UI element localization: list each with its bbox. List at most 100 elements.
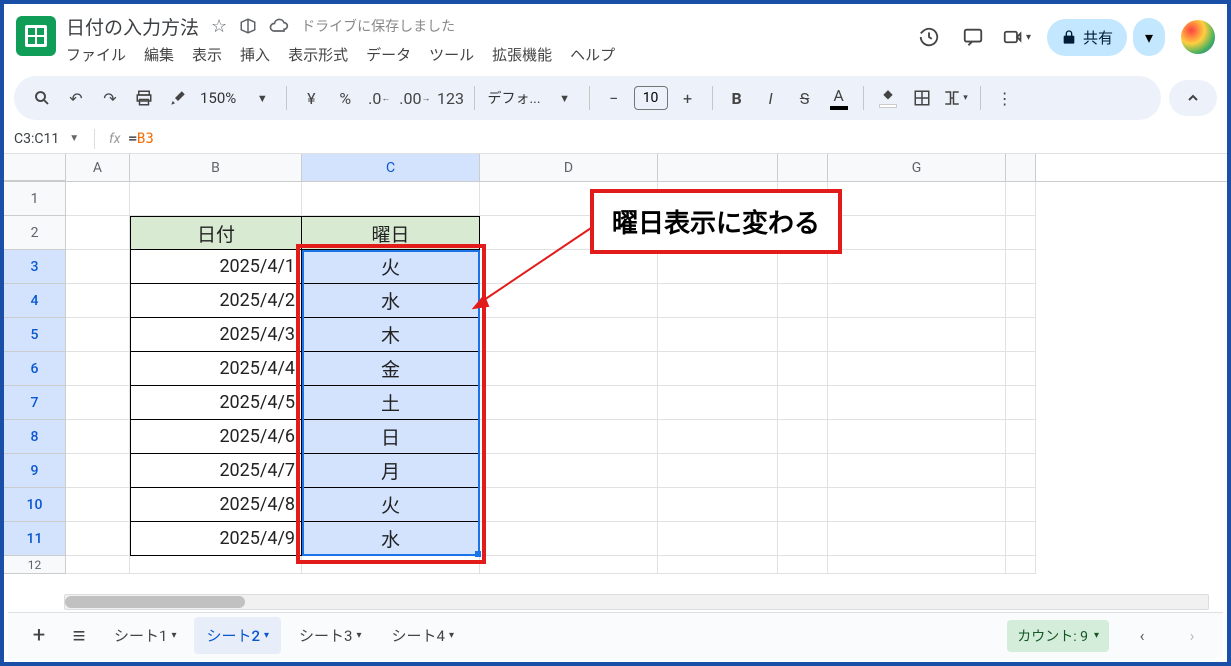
share-dropdown[interactable]: ▾ (1133, 18, 1165, 56)
sheet-tab-2[interactable]: シート2▾ (194, 617, 281, 654)
move-icon[interactable] (239, 17, 257, 35)
increase-decimal-button[interactable]: .00→ (399, 83, 430, 113)
cell-date[interactable]: 2025/4/1 (130, 250, 302, 284)
italic-button[interactable]: I (757, 83, 785, 113)
row-header-10[interactable]: 10 (4, 488, 66, 522)
document-title[interactable]: 日付の入力方法 (66, 13, 199, 40)
more-toolbar-icon[interactable]: ⋮ (991, 83, 1019, 113)
row-header-3[interactable]: 3 (4, 250, 66, 284)
cell-weekday[interactable]: 土 (302, 386, 480, 420)
horizontal-scrollbar[interactable] (64, 594, 1209, 610)
col-header-c[interactable]: C (302, 154, 480, 181)
cell-date[interactable]: 2025/4/2 (130, 284, 302, 318)
row-header-5[interactable]: 5 (4, 318, 66, 352)
col-header-b[interactable]: B (130, 154, 302, 181)
menu-insert[interactable]: 挿入 (240, 44, 270, 65)
cell-weekday[interactable]: 火 (302, 488, 480, 522)
bold-button[interactable]: B (723, 83, 751, 113)
decrease-decimal-button[interactable]: .0← (365, 83, 393, 113)
more-formats-button[interactable]: 123 (436, 83, 464, 113)
table-header-date[interactable]: 日付 (130, 216, 302, 250)
currency-button[interactable]: ¥ (297, 83, 325, 113)
font-dropdown-icon[interactable]: ▼ (551, 83, 579, 113)
sheet-tab-4[interactable]: シート4▾ (380, 617, 466, 654)
all-sheets-button[interactable]: ≡ (62, 619, 96, 653)
scroll-sheets-right[interactable]: › (1175, 619, 1209, 653)
search-icon[interactable] (28, 83, 56, 113)
share-label: 共有 (1083, 27, 1113, 48)
row-header-12[interactable]: 12 (4, 556, 66, 574)
menu-help[interactable]: ヘルプ (570, 44, 615, 65)
zoom-level[interactable]: 150% (200, 89, 236, 107)
fill-color-button[interactable] (874, 83, 902, 113)
account-avatar[interactable] (1181, 20, 1215, 54)
cell-date[interactable]: 2025/4/3 (130, 318, 302, 352)
col-header-e[interactable] (658, 154, 778, 181)
cell-date[interactable]: 2025/4/7 (130, 454, 302, 488)
menu-view[interactable]: 表示 (192, 44, 222, 65)
cell-weekday[interactable]: 水 (302, 522, 480, 556)
percent-button[interactable]: % (331, 83, 359, 113)
row-header-8[interactable]: 8 (4, 420, 66, 454)
decrease-font-button[interactable]: − (600, 83, 628, 113)
row-header-6[interactable]: 6 (4, 352, 66, 386)
col-header-g[interactable]: G (828, 154, 1006, 181)
strikethrough-button[interactable]: S (791, 83, 819, 113)
menu-extensions[interactable]: 拡張機能 (492, 44, 552, 65)
collapse-toolbar-button[interactable] (1169, 80, 1217, 116)
font-family[interactable]: デフォ... (487, 88, 540, 108)
sheet-tab-1[interactable]: シート1▾ (102, 617, 188, 654)
name-box[interactable]: C3:C11▼ (14, 131, 94, 147)
print-button[interactable] (130, 83, 158, 113)
menu-data[interactable]: データ (366, 44, 411, 65)
cell-weekday[interactable]: 水 (302, 284, 480, 318)
row-header-7[interactable]: 7 (4, 386, 66, 420)
meet-icon[interactable]: ▾ (1003, 23, 1031, 51)
row-header-11[interactable]: 11 (4, 522, 66, 556)
cell-weekday[interactable]: 日 (302, 420, 480, 454)
row-header-9[interactable]: 9 (4, 454, 66, 488)
row-header-2[interactable]: 2 (4, 216, 66, 250)
menu-edit[interactable]: 編集 (144, 44, 174, 65)
cell-weekday[interactable]: 木 (302, 318, 480, 352)
formula-input[interactable]: ==B3B3 (128, 131, 153, 147)
add-sheet-button[interactable]: + (22, 619, 56, 653)
sheets-logo[interactable] (16, 16, 56, 56)
sheet-tab-3[interactable]: シート3▾ (287, 617, 373, 654)
cell-date[interactable]: 2025/4/4 (130, 352, 302, 386)
cell-weekday[interactable]: 金 (302, 352, 480, 386)
cell-date[interactable]: 2025/4/8 (130, 488, 302, 522)
cell-date[interactable]: 2025/4/6 (130, 420, 302, 454)
table-header-weekday[interactable]: 曜日 (302, 216, 480, 250)
menu-file[interactable]: ファイル (66, 44, 126, 65)
status-count[interactable]: カウント: 9▾ (1007, 620, 1109, 652)
select-all-corner[interactable] (4, 154, 66, 181)
share-button[interactable]: 共有 (1047, 19, 1127, 56)
undo-button[interactable]: ↶ (62, 83, 90, 113)
merge-button[interactable]: ▾ (942, 83, 970, 113)
increase-font-button[interactable]: + (674, 83, 702, 113)
col-header-a[interactable]: A (66, 154, 130, 181)
comment-icon[interactable] (959, 23, 987, 51)
col-header-d[interactable]: D (480, 154, 658, 181)
row-header-1[interactable]: 1 (4, 182, 66, 216)
paint-format-button[interactable] (164, 83, 192, 113)
col-header-f[interactable] (778, 154, 828, 181)
cell-weekday[interactable]: 月 (302, 454, 480, 488)
menu-tools[interactable]: ツール (429, 44, 474, 65)
redo-button[interactable]: ↷ (96, 83, 124, 113)
cloud-saved-icon[interactable] (269, 16, 289, 36)
history-icon[interactable] (915, 23, 943, 51)
row-header-4[interactable]: 4 (4, 284, 66, 318)
star-icon[interactable]: ☆ (211, 16, 227, 37)
borders-button[interactable] (908, 83, 936, 113)
zoom-dropdown-icon[interactable]: ▼ (248, 83, 276, 113)
cell-date[interactable]: 2025/4/5 (130, 386, 302, 420)
font-size-input[interactable]: 10 (634, 86, 668, 110)
col-header-h[interactable] (1006, 154, 1036, 181)
menu-format[interactable]: 表示形式 (288, 44, 348, 65)
text-color-button[interactable]: A (825, 83, 853, 113)
scroll-sheets-left[interactable]: ‹ (1125, 619, 1159, 653)
cell-date[interactable]: 2025/4/9 (130, 522, 302, 556)
cell-weekday[interactable]: 火 (302, 250, 480, 284)
